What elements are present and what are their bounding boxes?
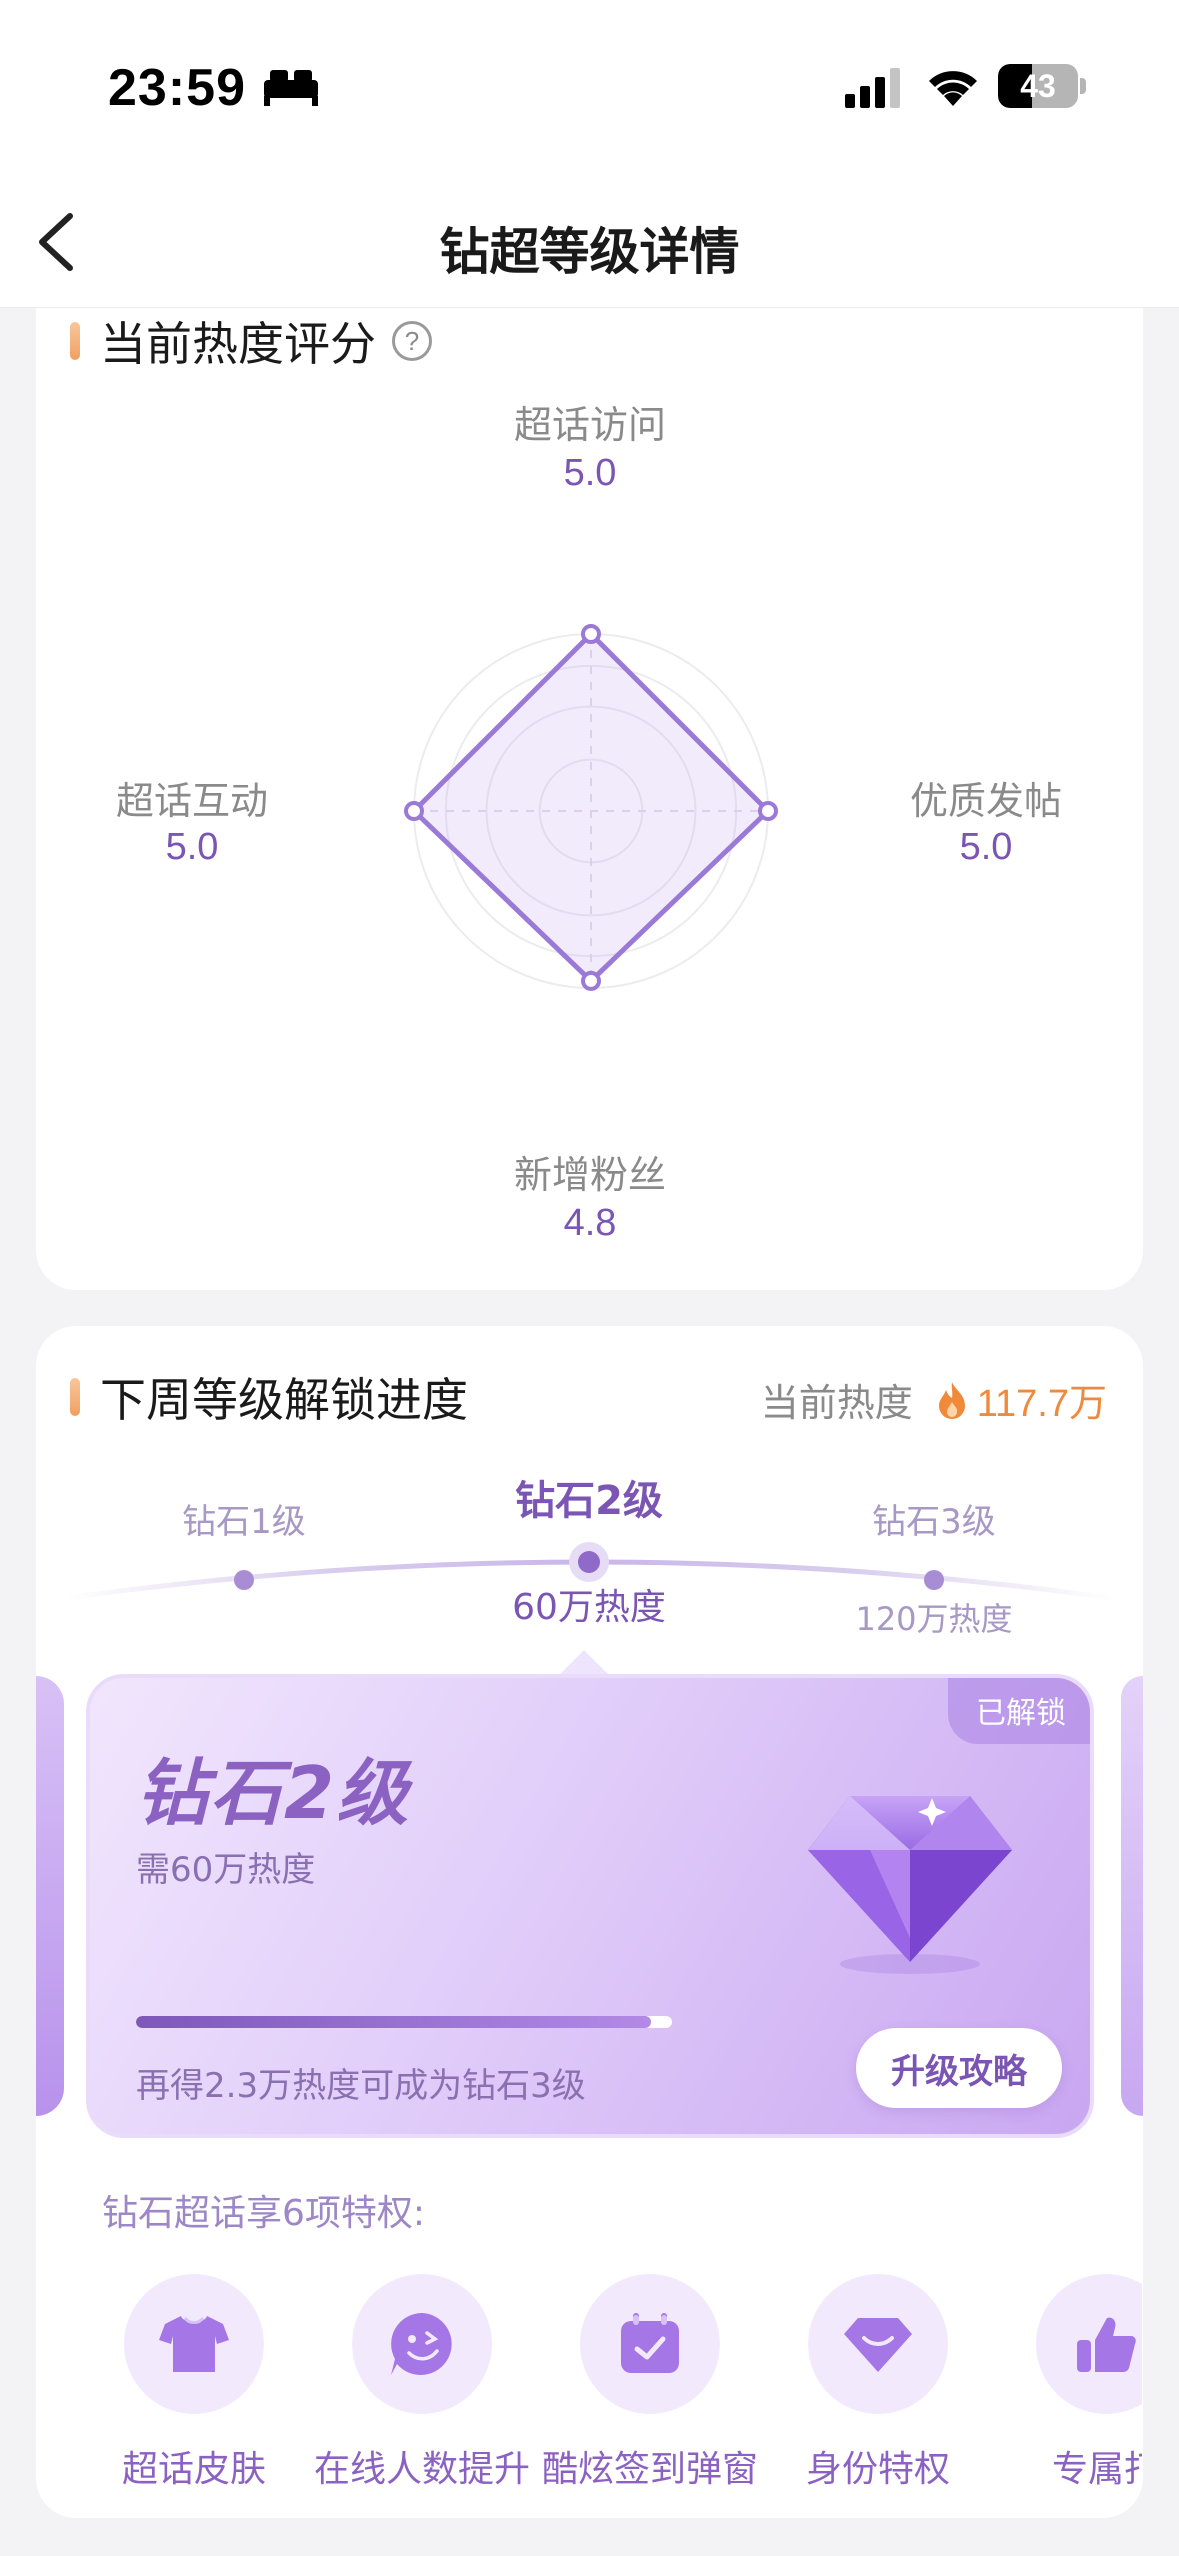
perk-icon-circle <box>580 2274 720 2414</box>
level-3-name[interactable]: 钻石3级 <box>804 1494 1064 1543</box>
level-progress-card: 下周等级解锁进度 当前热度 117.7万 钻石1级 钻石2级 60万热度 钻石3… <box>36 1326 1143 2518</box>
radar-value-visits: 5.0 <box>563 452 617 494</box>
perk-icon-circle <box>1036 2274 1142 2414</box>
perks-title: 钻石超话享6项特权: <box>102 2193 426 2234</box>
perk-icon-circle <box>352 2274 492 2414</box>
nav-bar: 钻超等级详情 <box>0 170 1179 308</box>
progress-tip: 再得2.3万热度可成为钻石3级 <box>136 2066 586 2106</box>
tshirt-icon <box>159 2316 229 2372</box>
perk-label: 身份特权 <box>805 2449 950 2490</box>
status-bar: 23:59 43 <box>0 0 1179 170</box>
calendar-check-icon <box>621 2313 679 2373</box>
card-pointer <box>558 1650 610 1676</box>
level-progress-fill <box>136 2016 651 2028</box>
unlocked-badge: 已解锁 <box>948 1678 1090 1744</box>
radar-value-posts: 5.0 <box>959 826 1013 868</box>
level-2-heat: 60万热度 <box>512 1587 666 1628</box>
perk-label: 超话皮肤 <box>121 2449 266 2490</box>
upgrade-guide-button[interactable]: 升级攻略 <box>856 2028 1062 2108</box>
status-time: 23:59 <box>108 59 246 117</box>
page-title: 钻超等级详情 <box>439 223 740 281</box>
level-1-dot <box>234 1570 254 1590</box>
level-2-dot <box>578 1551 600 1573</box>
section-accent <box>70 1378 80 1416</box>
level-1-name[interactable]: 钻石1级 <box>114 1494 374 1543</box>
radar-label-visits: 超话访问 <box>513 403 666 447</box>
radar-point-visits <box>581 624 601 644</box>
perk-label: 酷炫签到弹窗 <box>541 2449 758 2490</box>
cellular-signal-icon <box>845 68 900 108</box>
perk-icon-circle <box>808 2274 948 2414</box>
card-required-heat: 需60万热度 <box>136 1850 316 1890</box>
perk-icon-circle <box>124 2274 264 2414</box>
perk-label: 专属打 <box>1051 2449 1142 2490</box>
current-heat-value: 117.7万 <box>976 1383 1107 1425</box>
radar-point-fans <box>581 970 601 991</box>
heat-score-card: 当前热度评分 ? 超话访问 5.0 优质发帖 5.0 新增粉丝 4.8 超话互动… <box>36 308 1143 1290</box>
current-heat-label: 当前热度 <box>760 1381 913 1425</box>
perk-label: 在线人数提升 <box>313 2449 530 2490</box>
gem-badge-icon <box>844 2318 912 2372</box>
sleep-focus-icon <box>264 70 318 106</box>
radar-label-posts: 优质发帖 <box>909 779 1062 823</box>
perk-item[interactable]: 超话皮肤 <box>80 2274 308 2492</box>
progress-section-header: 下周等级解锁进度 <box>70 1364 468 1430</box>
current-level-card[interactable]: 已解锁 钻石2级 需60万热度 再得2.3万热度可成为钻石3级 升级攻略 <box>86 1674 1094 2138</box>
perk-item[interactable]: 酷炫签到弹窗 <box>536 2274 764 2492</box>
battery-icon: 43 <box>998 64 1078 108</box>
radar-point-interaction <box>404 801 424 821</box>
perk-item[interactable]: 专属打 <box>992 2274 1142 2492</box>
battery-level: 43 <box>1020 67 1056 104</box>
wifi-icon <box>929 71 977 106</box>
perks-list[interactable]: 超话皮肤 在线人数提升 酷炫签到弹窗 身份特权 专属打 <box>80 2274 1142 2494</box>
prev-level-card[interactable] <box>36 1676 64 2116</box>
next-level-card[interactable] <box>1121 1676 1143 2116</box>
level-3-heat: 120万热度 <box>855 1600 1013 1638</box>
level-3-dot <box>924 1570 944 1590</box>
smile-chat-icon <box>391 2313 452 2375</box>
diamond-gem-icon <box>808 1796 1012 1974</box>
perk-item[interactable]: 身份特权 <box>764 2274 992 2492</box>
radar-value-interaction: 5.0 <box>165 826 219 868</box>
radar-point-posts <box>758 801 778 821</box>
radar-label-interaction: 超话互动 <box>115 779 268 823</box>
radar-value-fans: 4.8 <box>563 1202 617 1244</box>
perk-item[interactable]: 在线人数提升 <box>308 2274 536 2492</box>
progress-section-title: 下周等级解锁进度 <box>100 1373 468 1427</box>
current-heat: 当前热度 117.7万 <box>761 1372 1107 1427</box>
radar-label-fans: 新增粉丝 <box>513 1153 666 1197</box>
thumbs-up-icon <box>1077 2317 1136 2372</box>
battery-cap <box>1080 78 1086 94</box>
fire-icon <box>938 1381 965 1419</box>
card-level-title: 钻石2级 <box>136 1751 411 1835</box>
level-2-name[interactable]: 钻石2级 <box>459 1468 719 1526</box>
radar-score-area <box>411 631 771 984</box>
level-progress-bar <box>136 2016 672 2028</box>
